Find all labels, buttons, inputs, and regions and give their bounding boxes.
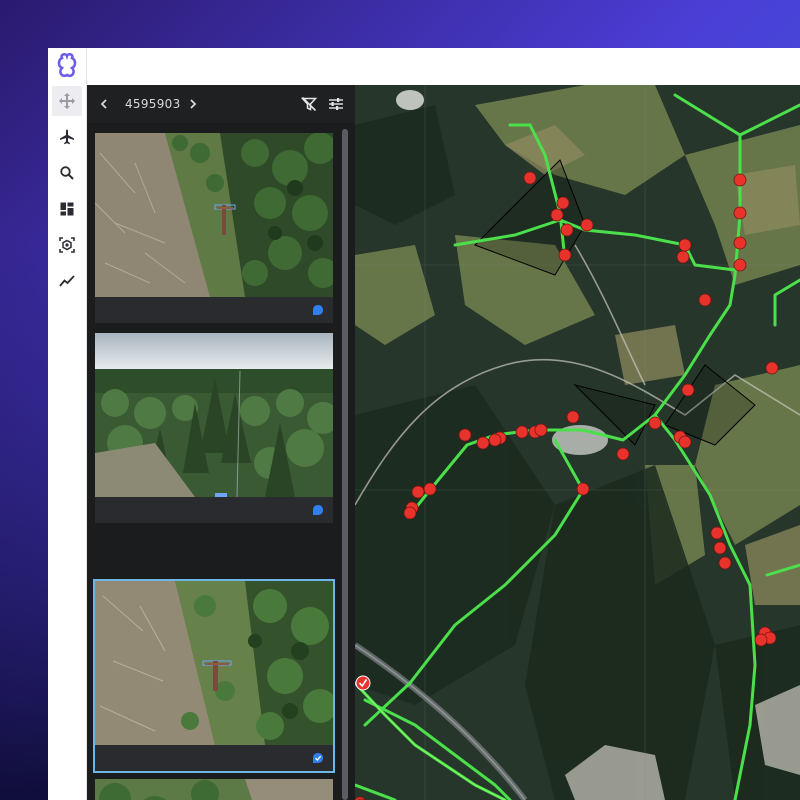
image-id: 4595903 — [125, 97, 181, 111]
next-button[interactable] — [188, 85, 198, 123]
image-thumbnail-selected[interactable] — [93, 579, 335, 773]
top-bar — [87, 48, 800, 85]
image-panel: 4595903 — [87, 85, 355, 800]
app-window: 4595903 — [48, 48, 800, 800]
thumbnail-footer — [95, 497, 333, 523]
dashboard-icon — [60, 202, 74, 216]
thumbnail-footer — [95, 745, 333, 771]
logo-icon — [57, 52, 77, 78]
filter-off-icon — [301, 97, 317, 111]
panel-header: 4595903 — [87, 85, 355, 123]
aerial-photo — [95, 133, 333, 297]
thumbnail-scrollbar[interactable] — [342, 129, 348, 800]
image-thumbnail[interactable] — [95, 779, 333, 800]
chevron-right-icon — [190, 99, 197, 109]
sliders-icon — [329, 98, 343, 110]
chart-icon — [59, 275, 75, 287]
aerial-photo — [95, 779, 333, 800]
inspect-button[interactable] — [52, 230, 82, 260]
corridor-photo — [95, 333, 333, 497]
settings-button[interactable] — [328, 85, 344, 123]
move-tool-button[interactable] — [52, 86, 82, 116]
clear-filter-button[interactable] — [301, 85, 317, 123]
inspect-icon — [59, 237, 75, 253]
pending-status-icon — [313, 505, 323, 515]
analytics-button[interactable] — [52, 266, 82, 296]
thumbnail-footer — [95, 297, 333, 323]
dashboard-button[interactable] — [52, 194, 82, 224]
image-thumbnail[interactable] — [95, 333, 333, 523]
checked-status-icon — [313, 753, 323, 763]
image-thumbnail[interactable] — [95, 133, 333, 323]
aerial-photo — [95, 581, 333, 745]
flights-button[interactable] — [52, 122, 82, 152]
scrollbar-thumb[interactable] — [342, 129, 348, 800]
search-icon — [60, 166, 74, 180]
previous-button[interactable] — [99, 85, 109, 123]
search-button[interactable] — [52, 158, 82, 188]
icon-rail — [48, 48, 87, 800]
plane-icon — [60, 129, 74, 145]
chevron-left-icon — [100, 99, 107, 109]
selected-pole-marker[interactable] — [355, 675, 371, 691]
map-canvas[interactable] — [355, 85, 800, 800]
move-icon — [59, 93, 75, 109]
satellite-map[interactable] — [355, 85, 800, 800]
pending-status-icon — [313, 305, 323, 315]
